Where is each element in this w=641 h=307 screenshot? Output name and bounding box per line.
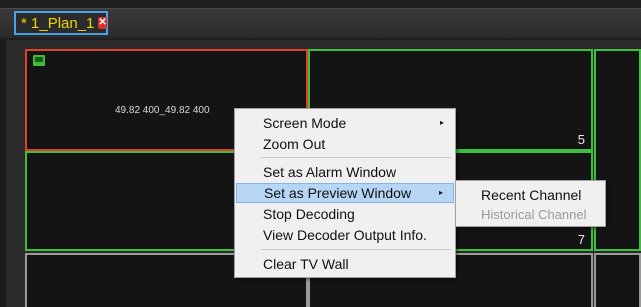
menu-item-label: Set as Alarm Window <box>263 164 397 180</box>
menu-item-set-alarm-window[interactable]: Set as Alarm Window <box>236 162 454 182</box>
submenu-item-historical-channel: Historical Channel <box>457 205 604 225</box>
menu-item-zoom-out[interactable]: Zoom Out <box>236 134 454 154</box>
cell-number: 5 <box>577 132 585 147</box>
menu-item-screen-mode[interactable]: Screen Mode ▸ <box>236 113 454 133</box>
submenu-arrow-icon: ▸ <box>438 188 443 197</box>
menu-item-label: Stop Decoding <box>263 206 355 222</box>
menu-item-label: View Decoder Output Info. <box>263 227 427 243</box>
menu-separator <box>261 249 451 250</box>
menu-item-label: Zoom Out <box>263 136 326 152</box>
preview-submenu: Recent Channel Historical Channel <box>455 180 606 227</box>
submenu-arrow-icon: ▸ <box>439 118 444 127</box>
tab-label[interactable]: * 1_Plan_1 <box>21 15 94 32</box>
cell-ip-label: 49.82 400_49.82 400 <box>115 105 210 116</box>
menu-item-label: Screen Mode <box>263 115 347 131</box>
menu-item-label: Clear TV Wall <box>263 256 349 272</box>
tab-plan-1[interactable]: * 1_Plan_1 ✕ <box>14 11 108 35</box>
menu-item-clear-tv-wall[interactable]: Clear TV Wall <box>236 254 454 274</box>
submenu-item-recent-channel[interactable]: Recent Channel <box>457 185 604 205</box>
wall-cell-8[interactable] <box>594 253 641 307</box>
menu-item-set-preview-window[interactable]: Set as Preview Window ▸ <box>236 183 454 203</box>
menu-item-label: Set as Preview Window <box>264 185 412 201</box>
submenu-item-label: Recent Channel <box>481 187 582 203</box>
submenu-item-label: Historical Channel <box>481 207 587 222</box>
menu-separator <box>261 157 451 158</box>
menu-item-view-decoder-output[interactable]: View Decoder Output Info. <box>236 225 454 245</box>
cell-number: 7 <box>577 232 585 247</box>
context-menu: Screen Mode ▸ Zoom Out Set as Alarm Wind… <box>234 108 456 278</box>
menu-item-stop-decoding[interactable]: Stop Decoding <box>236 204 454 224</box>
close-icon[interactable]: ✕ <box>98 17 107 29</box>
tab-bar: * 1_Plan_1 ✕ <box>0 0 641 40</box>
camera-icon <box>33 55 45 66</box>
